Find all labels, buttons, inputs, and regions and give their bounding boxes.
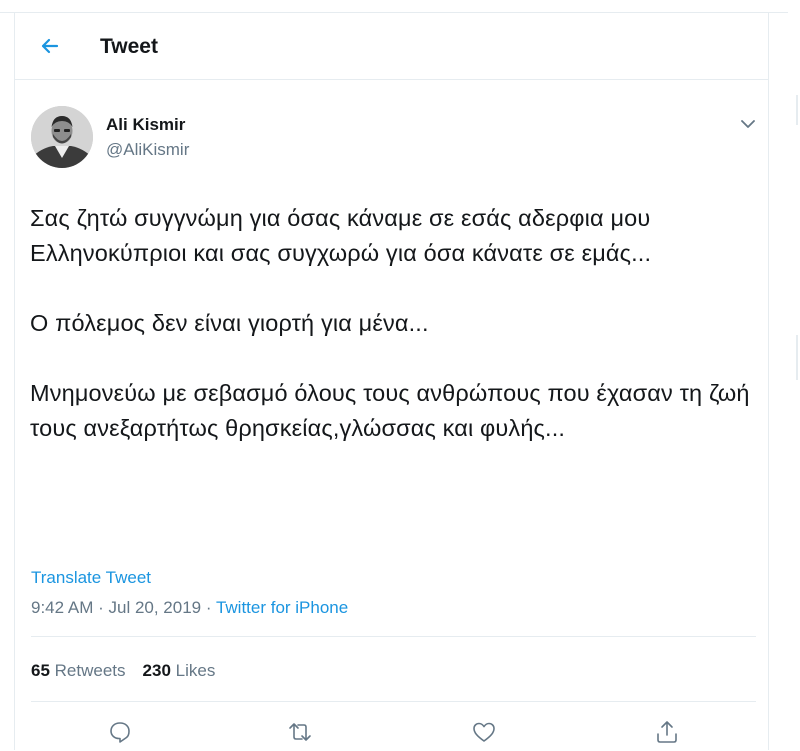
sidebar-edge-mark	[796, 95, 798, 125]
meta-separator: ·	[201, 598, 216, 617]
likes-stat[interactable]: 230 Likes	[143, 661, 216, 680]
sidebar-edge-mark	[796, 335, 798, 380]
tweet-paragraph: Σας ζητώ συγγνώμη για όσας κάναμε σε εσά…	[30, 205, 652, 266]
author-name[interactable]: Ali Kismir	[106, 115, 185, 135]
retweet-icon	[289, 723, 311, 741]
retweets-label: Retweets	[54, 661, 126, 680]
tweet-paragraph: Μνημονεύω με σεβασμό όλους τους ανθρώπου…	[30, 380, 750, 441]
share-button[interactable]	[653, 718, 681, 746]
chevron-down-icon	[741, 120, 755, 128]
translate-tweet-link[interactable]: Translate Tweet	[31, 568, 151, 588]
reply-button[interactable]	[106, 718, 134, 746]
tweet-time[interactable]: 9:42 AM	[31, 598, 93, 617]
tweet-metadata: 9:42 AM · Jul 20, 2019 · Twitter for iPh…	[31, 598, 348, 618]
likes-label: Likes	[175, 661, 216, 680]
tweet-column: Tweet Ali Kismir @AliKismir Σας ζητώ συγ…	[14, 13, 769, 750]
avatar[interactable]	[31, 106, 93, 168]
retweets-count: 65	[31, 661, 50, 680]
tweet-text: Σας ζητώ συγγνώμη για όσας κάναμε σε εσά…	[30, 201, 750, 446]
divider	[31, 701, 756, 702]
avatar-image	[31, 106, 93, 168]
tweet-source-link[interactable]: Twitter for iPhone	[216, 598, 348, 617]
arrow-left-icon	[41, 38, 59, 54]
divider	[31, 636, 756, 637]
author-handle[interactable]: @AliKismir	[106, 140, 189, 160]
retweets-stat[interactable]: 65 Retweets	[31, 661, 126, 680]
meta-separator: ·	[93, 598, 109, 617]
back-button[interactable]	[37, 33, 63, 59]
tweet-paragraph: Ο πόλεμος δεν είναι γιορτή για μένα...	[30, 310, 429, 336]
tweet-date[interactable]: Jul 20, 2019	[108, 598, 201, 617]
share-icon	[657, 721, 677, 743]
more-options-button[interactable]	[737, 113, 759, 135]
right-sidebar-edge	[788, 0, 800, 750]
heart-icon	[473, 722, 495, 742]
like-button[interactable]	[470, 718, 498, 746]
likes-count: 230	[142, 661, 171, 680]
retweet-button[interactable]	[286, 718, 314, 746]
page-title: Tweet	[100, 35, 158, 58]
tweet-header: Tweet	[15, 13, 768, 80]
reply-icon	[110, 722, 130, 743]
tweet-stats: 65 Retweets 230 Likes	[31, 661, 215, 681]
